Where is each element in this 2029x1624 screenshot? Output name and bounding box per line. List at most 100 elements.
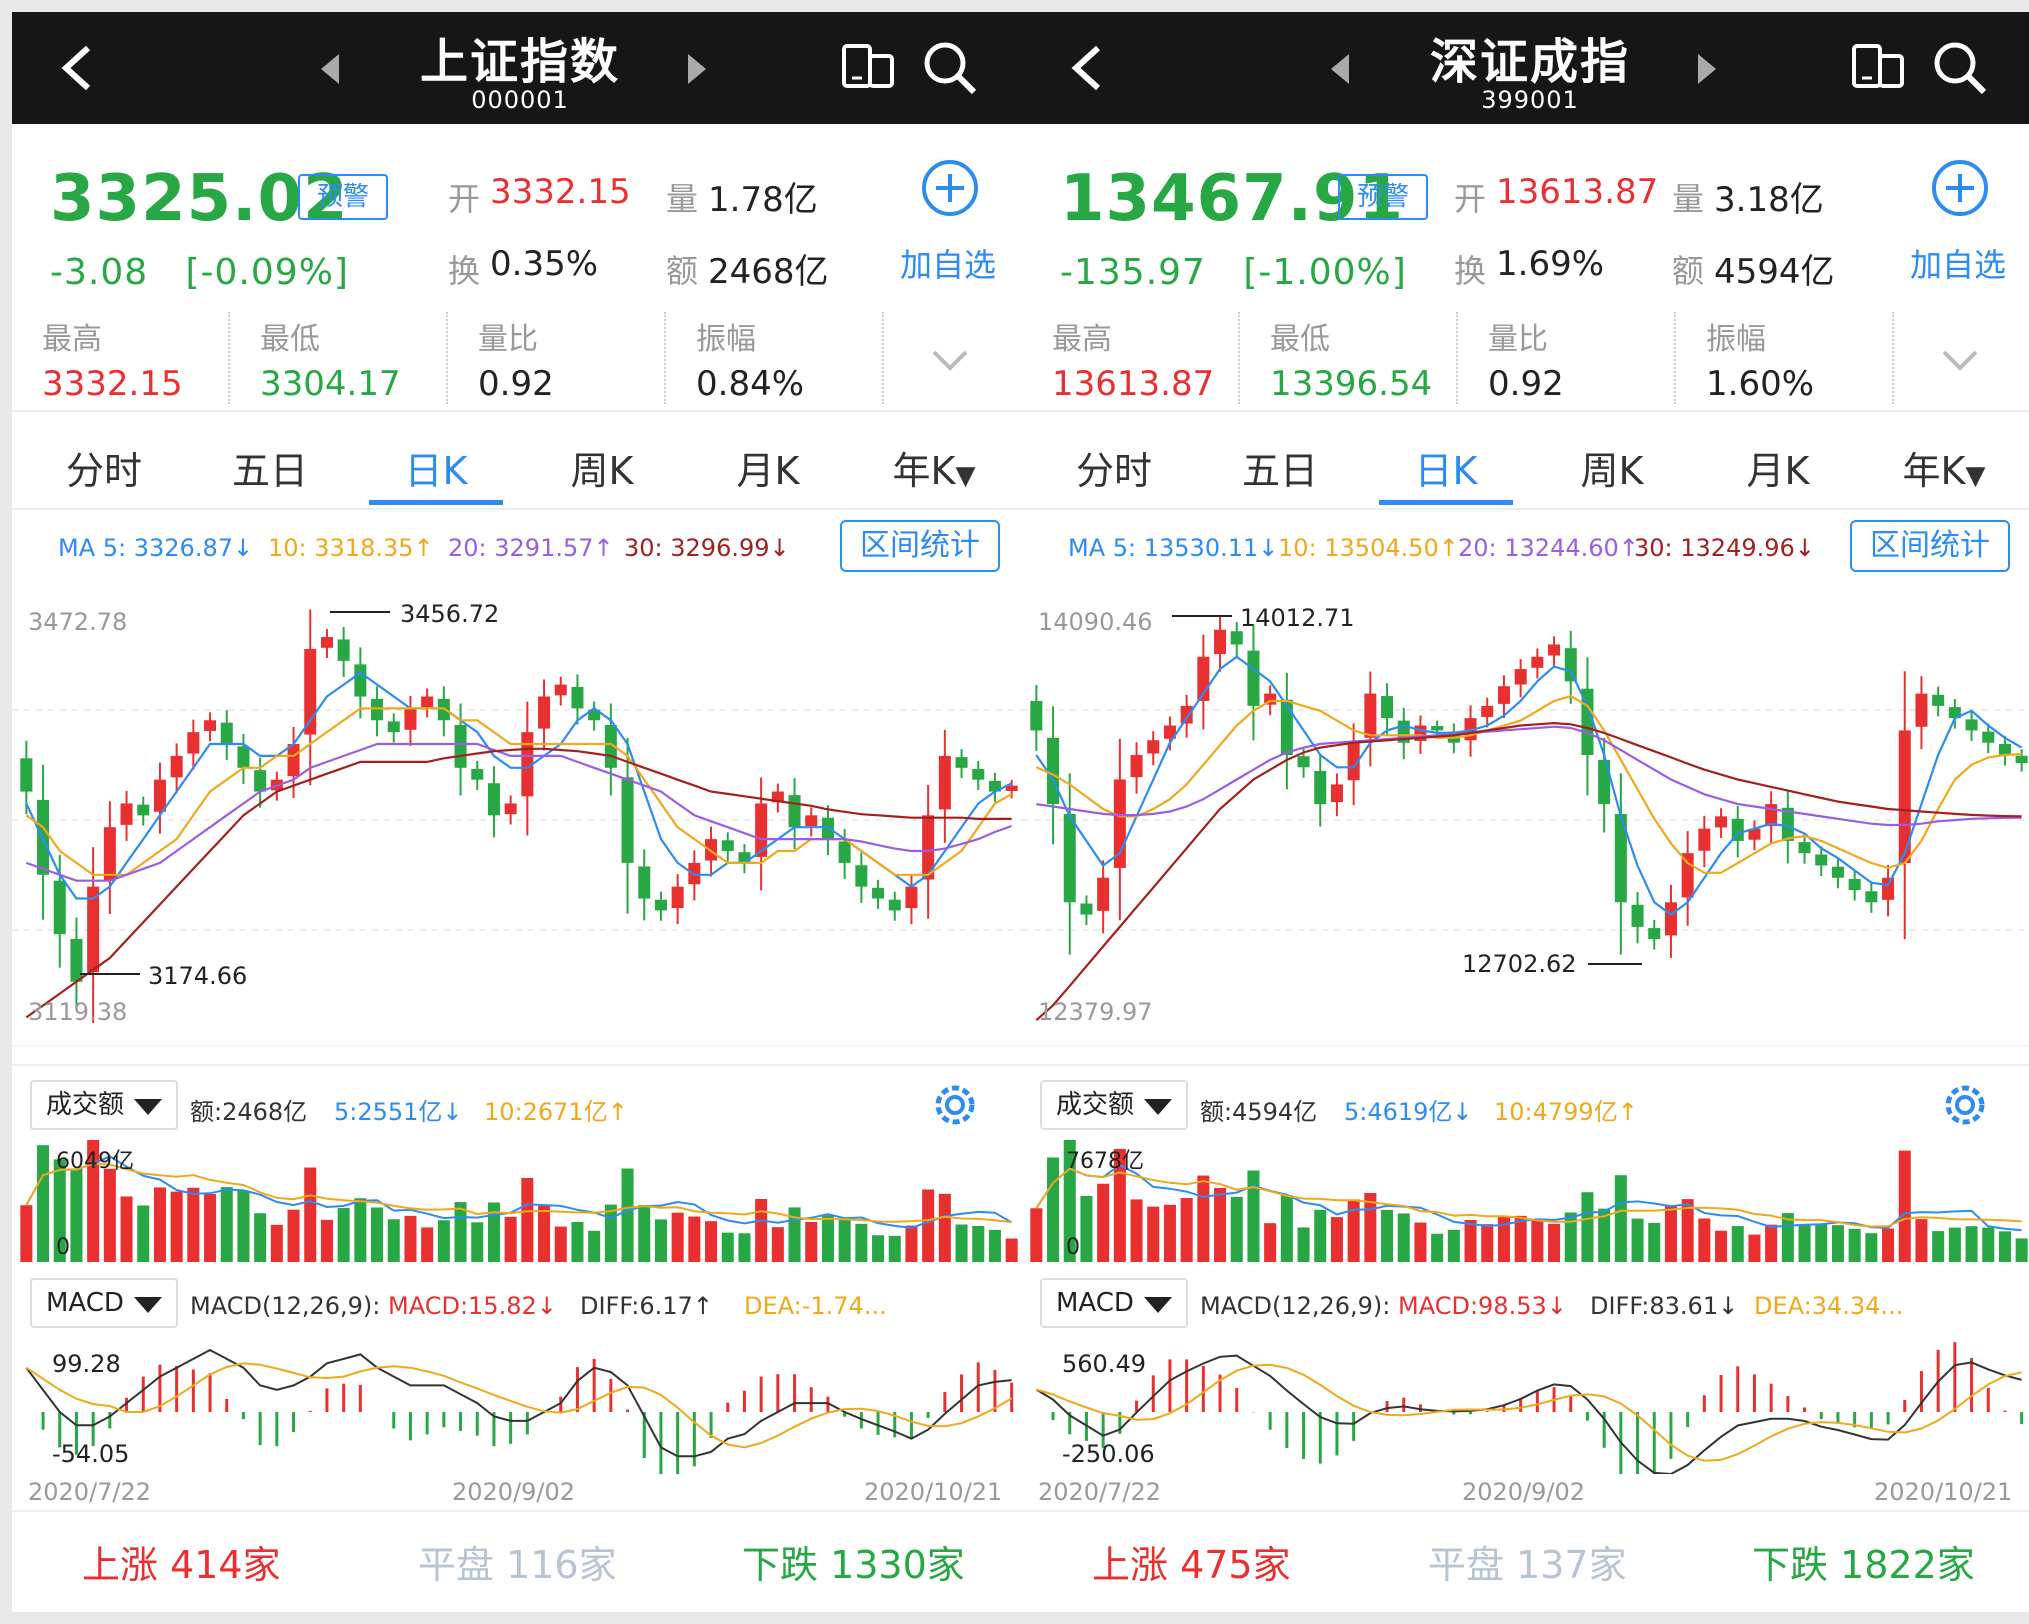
tab-intraday[interactable]: 分时 bbox=[34, 440, 174, 495]
tab-intraday[interactable]: 分时 bbox=[1044, 440, 1184, 495]
chevron-down-icon[interactable] bbox=[930, 348, 970, 374]
tab-weekly-k[interactable]: 周K bbox=[532, 440, 672, 495]
next-index-icon[interactable] bbox=[684, 52, 710, 86]
add-watchlist-button[interactable]: 加自选 bbox=[900, 240, 996, 286]
divider bbox=[1022, 1510, 2029, 1512]
axis-top-label: 3472.78 bbox=[28, 608, 127, 636]
date-end: 2020/10/21 bbox=[864, 1478, 1003, 1506]
volume-bar bbox=[103, 1168, 116, 1262]
volume-bar bbox=[1748, 1234, 1761, 1262]
candle-body bbox=[788, 795, 801, 828]
range-stats-button[interactable]: 区间统计 bbox=[840, 520, 1000, 572]
volume-bar bbox=[237, 1190, 250, 1262]
volume-bar bbox=[705, 1221, 718, 1262]
diff-value: DIFF:83.61↓ bbox=[1590, 1292, 1739, 1320]
volume-bar bbox=[37, 1145, 50, 1262]
candle-body bbox=[571, 686, 584, 709]
volume-bar bbox=[1330, 1217, 1343, 1262]
volume-bar bbox=[354, 1198, 367, 1262]
range-stats-button[interactable]: 区间统计 bbox=[1850, 520, 2010, 572]
candle-body bbox=[2015, 755, 2028, 764]
candle-body bbox=[103, 827, 116, 881]
volume-amount: 额:2468亿 bbox=[190, 1098, 308, 1126]
tab-daily-k[interactable]: 日K bbox=[1376, 440, 1516, 495]
volume-bar bbox=[1581, 1192, 1594, 1262]
volume-bar bbox=[571, 1222, 584, 1262]
candle-body bbox=[471, 768, 484, 780]
tab-monthly-k[interactable]: 月K bbox=[698, 440, 838, 495]
volume-bar bbox=[1731, 1226, 1744, 1262]
volume-bar bbox=[1247, 1170, 1260, 1262]
candle-body bbox=[1998, 743, 2011, 755]
candle-body bbox=[1681, 853, 1694, 898]
indicator-selector-volume[interactable]: 成交额 bbox=[30, 1080, 178, 1130]
volume-min-label: 0 bbox=[1066, 1235, 1080, 1260]
indicator-selector-volume[interactable]: 成交额 bbox=[1040, 1080, 1188, 1130]
low-marker-label: 3174.66 bbox=[148, 962, 247, 990]
date-mid: 2020/9/02 bbox=[452, 1478, 576, 1506]
divider bbox=[1674, 312, 1676, 404]
tab-five-day[interactable]: 五日 bbox=[200, 440, 340, 495]
ma5-line bbox=[25, 671, 1013, 900]
kline-chart[interactable]: 3472.78 3119.38 3456.72 3174.66 bbox=[12, 590, 1028, 1050]
ma10-label: 10: 13504.50↑ bbox=[1278, 534, 1459, 562]
rotate-screen-icon[interactable] bbox=[840, 38, 896, 94]
settings-gear-icon[interactable] bbox=[1938, 1078, 1992, 1132]
high-marker-label: 14012.71 bbox=[1240, 604, 1355, 632]
settings-gear-icon[interactable] bbox=[928, 1078, 982, 1132]
candle-body bbox=[204, 720, 217, 731]
candle-body bbox=[1865, 891, 1878, 903]
volume-bar bbox=[738, 1233, 751, 1262]
volume-bar bbox=[1698, 1218, 1711, 1262]
volume-bar bbox=[137, 1205, 150, 1262]
volume-bar bbox=[1397, 1213, 1410, 1262]
rotate-screen-icon[interactable] bbox=[1850, 38, 1906, 94]
indicator-selector-macd[interactable]: MACD bbox=[1040, 1278, 1188, 1328]
diff-value: DIFF:6.17↑ bbox=[580, 1292, 713, 1320]
macd-min-label: -250.06 bbox=[1062, 1440, 1155, 1468]
divider bbox=[1022, 410, 2029, 412]
volume-bar bbox=[1297, 1227, 1310, 1262]
selector-label: MACD bbox=[1056, 1288, 1134, 1318]
volume-plot bbox=[1030, 1140, 2028, 1262]
candle-body bbox=[1531, 656, 1544, 668]
price-alert-button[interactable]: 预警 bbox=[1338, 174, 1428, 220]
volume-chart: 7678亿 0 bbox=[1030, 1140, 2028, 1262]
volume-bar bbox=[1381, 1209, 1394, 1262]
search-icon[interactable] bbox=[920, 38, 980, 98]
candle-body bbox=[1698, 828, 1711, 851]
volume-bar bbox=[1948, 1227, 1961, 1262]
volume-bar bbox=[838, 1219, 851, 1262]
tab-monthly-k[interactable]: 月K bbox=[1708, 440, 1848, 495]
candle-body bbox=[855, 865, 868, 887]
volume-bar bbox=[755, 1199, 768, 1262]
caret-down-icon: ▼ bbox=[1965, 461, 1986, 491]
search-icon[interactable] bbox=[1930, 38, 1990, 98]
next-index-icon[interactable] bbox=[1694, 52, 1720, 86]
ma30-label: 30: 3296.99↓ bbox=[624, 534, 790, 562]
candle-body bbox=[805, 815, 818, 827]
tab-yearly-k[interactable]: 年K▼ bbox=[1874, 440, 2014, 495]
tab-weekly-k[interactable]: 周K bbox=[1542, 440, 1682, 495]
candle-body bbox=[1080, 903, 1093, 915]
volume-bar bbox=[1865, 1233, 1878, 1262]
add-watchlist-button[interactable]: 加自选 bbox=[1910, 240, 2006, 286]
open-value: 13613.87 bbox=[1496, 172, 1659, 212]
macd-plot bbox=[1035, 1342, 2024, 1474]
price-alert-button[interactable]: 预警 bbox=[298, 174, 388, 220]
tab-yearly-k[interactable]: 年K▼ bbox=[864, 440, 1004, 495]
add-watchlist-icon[interactable] bbox=[1930, 158, 1990, 218]
volume-bar bbox=[2015, 1238, 2028, 1262]
candle-body bbox=[1564, 648, 1577, 682]
open-value: 3332.15 bbox=[490, 172, 631, 212]
candle-body bbox=[972, 768, 985, 780]
divider bbox=[1022, 1064, 2029, 1066]
volume-ma10: 10:4799亿↑ bbox=[1494, 1098, 1638, 1126]
volume-bar bbox=[1097, 1183, 1110, 1262]
indicator-selector-macd[interactable]: MACD bbox=[30, 1278, 178, 1328]
kline-chart[interactable]: 14090.46 12379.97 14012.71 12702.62 bbox=[1022, 590, 2029, 1050]
chevron-down-icon[interactable] bbox=[1940, 348, 1980, 374]
add-watchlist-icon[interactable] bbox=[920, 158, 980, 218]
tab-five-day[interactable]: 五日 bbox=[1210, 440, 1350, 495]
tab-daily-k[interactable]: 日K bbox=[366, 440, 506, 495]
